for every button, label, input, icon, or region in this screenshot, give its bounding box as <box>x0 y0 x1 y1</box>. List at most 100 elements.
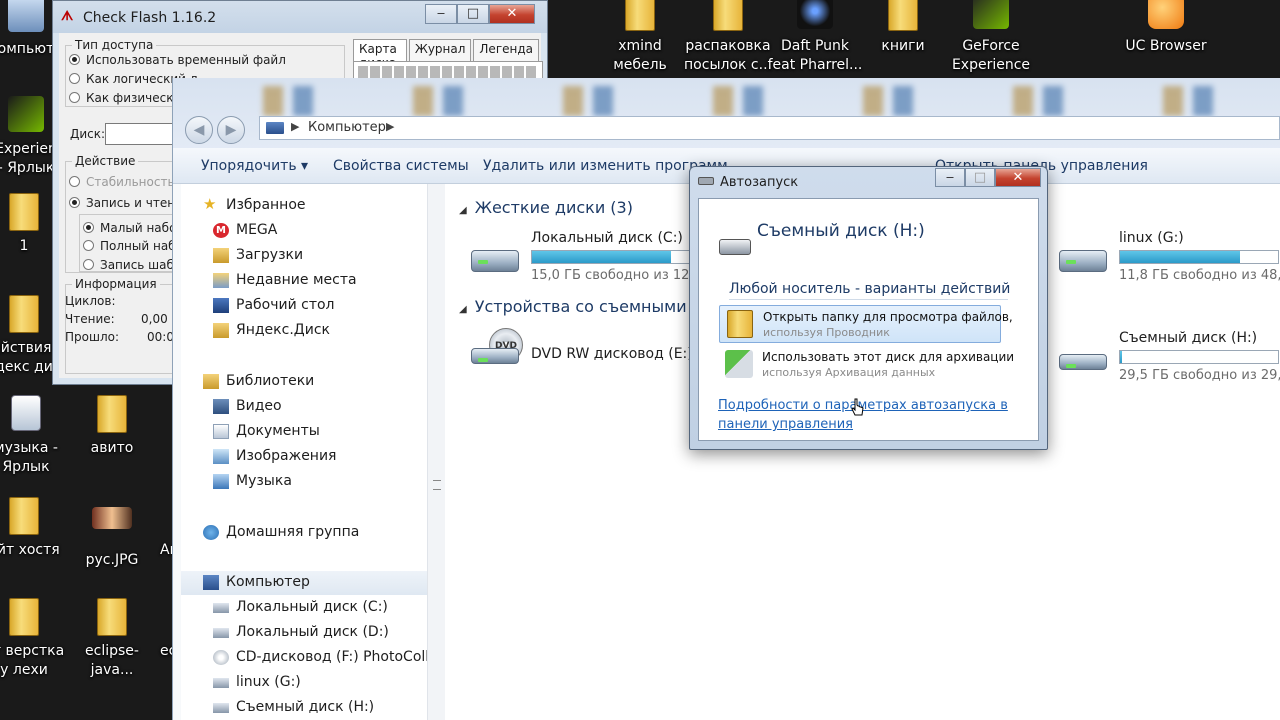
partial-icon <box>160 497 170 537</box>
star-icon: ★ <box>203 195 217 213</box>
nav-label: Домашняя группа <box>226 524 360 540</box>
autoplay-title: Автозапуск <box>720 175 799 190</box>
back-button[interactable]: ◀ <box>185 116 213 144</box>
access-option-physical[interactable]: Как физическое <box>69 91 188 105</box>
music-shortcut-icon <box>4 395 48 435</box>
drive-g-tile[interactable]: linux (G:) 11,8 ГБ свободно из 48,8 <box>1059 230 1280 290</box>
drive-usage-bar <box>1119 350 1279 364</box>
folder-icon <box>213 323 229 338</box>
desktop-icon-site-hosting[interactable]: айт хостя <box>0 497 72 560</box>
desktop-icon-unpacking[interactable]: распаковка посылок с... <box>680 0 776 75</box>
explorer-titlebar[interactable]: ◀ ▶ ▶ Компьютер ▶ <box>173 78 1280 148</box>
nav-label: Локальный диск (C:) <box>236 599 388 615</box>
sub-option-small[interactable]: Малый набор <box>83 221 184 235</box>
nav-label: Компьютер <box>226 574 310 590</box>
backup-icon <box>725 350 753 378</box>
radio-checked-icon <box>69 197 80 208</box>
radio-checked-icon <box>69 54 80 65</box>
maximize-button[interactable]: □ <box>965 168 995 187</box>
section-removable-devices[interactable]: ◢ Устройства со съемными но <box>459 297 712 316</box>
autoplay-backup-option[interactable]: Использовать этот диск для архивации исп… <box>719 346 1014 384</box>
radio-icon <box>69 73 80 84</box>
section-hard-drives[interactable]: ◢ Жесткие диски (3) <box>459 198 633 217</box>
autoplay-dialog[interactable]: Автозапуск ‒ □ ✕ Съемный диск (H:) Любой… <box>689 166 1048 450</box>
forward-button[interactable]: ▶ <box>217 116 245 144</box>
desktop-icon-music-shortcut[interactable]: музыка - Ярлык <box>0 395 74 477</box>
nav-label: Видео <box>236 398 282 414</box>
close-button[interactable]: ✕ <box>489 4 535 24</box>
desktop-icon-daft-punk[interactable]: Daft Punk feat Pharrel... <box>767 0 863 75</box>
radio-icon <box>69 92 80 103</box>
folder-icon <box>2 497 46 537</box>
disk-select[interactable] <box>105 123 175 145</box>
drive-usage-bar <box>531 250 691 264</box>
libraries-icon <box>203 374 219 389</box>
desktop-icon-uc-browser[interactable]: UC Browser <box>1118 0 1214 56</box>
address-bar[interactable]: ▶ Компьютер ▶ <box>259 116 1280 140</box>
system-properties-button[interactable]: Свойства системы <box>333 158 469 174</box>
maximize-button[interactable]: □ <box>457 4 489 24</box>
pane-splitter[interactable] <box>427 184 445 720</box>
nav-label: Музыка <box>236 473 292 489</box>
partial-icon <box>160 598 170 638</box>
nav-label: Избранное <box>226 197 306 213</box>
collapse-triangle-icon[interactable]: ◢ <box>459 304 467 315</box>
radio-checked-icon <box>83 222 94 233</box>
dvd-drive-icon: DVD <box>471 328 523 364</box>
drive-icon <box>213 628 229 638</box>
action-title: Действие <box>72 154 139 168</box>
option-title: Открыть папку для просмотра файлов, <box>763 310 1013 324</box>
drive-name: DVD RW дисковод (E:) <box>531 346 693 362</box>
folder-icon <box>2 295 46 335</box>
drive-icon <box>698 177 714 185</box>
desktop-icon-site-layout[interactable]: йт верстка у лехи <box>0 598 72 680</box>
info-read-label: Чтение: <box>65 312 115 326</box>
desktop-icon-label: eclipse-java... <box>85 643 139 678</box>
nav-label: Яндекс.Диск <box>236 322 330 338</box>
pictures-icon <box>213 449 229 464</box>
drive-h-tile[interactable]: Съемный диск (H:) 29,5 ГБ свободно из 29… <box>1059 330 1280 390</box>
desktop-icon-label: айт хостя <box>0 542 60 558</box>
autoplay-open-folder-option[interactable]: Открыть папку для просмотра файлов, испо… <box>719 305 1013 343</box>
close-button[interactable]: ✕ <box>995 168 1041 187</box>
desktop-icon-avito[interactable]: авито <box>64 395 160 458</box>
radio-icon <box>83 240 94 251</box>
nav-label: Локальный диск (D:) <box>236 624 389 640</box>
removable-drive-icon <box>213 703 229 713</box>
nav-computer[interactable]: Компьютер <box>181 571 427 595</box>
removable-drive-icon <box>719 239 751 255</box>
drive-name: Локальный диск (C:) <box>531 230 683 246</box>
desktop-icon-label: xmind мебель <box>613 38 667 73</box>
nvidia-shortcut-icon <box>4 96 48 136</box>
autoplay-section-title: Любой носитель - варианты действий <box>729 281 1011 297</box>
minimize-button[interactable]: ‒ <box>425 4 457 24</box>
drive-icon <box>213 603 229 613</box>
navigation-pane: ★ Избранное M MEGA Загрузки Недавние мес… <box>181 184 455 720</box>
desktop-icon-geforce[interactable]: GeForce Experience <box>943 0 1039 75</box>
computer-icon <box>203 575 219 590</box>
chevron-right-icon[interactable]: ▶ <box>291 120 299 133</box>
breadcrumb-computer[interactable]: Компьютер <box>308 120 386 135</box>
minimize-button[interactable]: ‒ <box>935 168 965 187</box>
desktop-icon-xmind[interactable]: xmind мебель <box>592 0 688 75</box>
divider <box>729 299 1008 300</box>
autoplay-titlebar[interactable]: Автозапуск <box>698 175 798 190</box>
desktop-icon-rus-jpg[interactable]: рус.JPG <box>64 497 160 570</box>
access-option-temp-file[interactable]: Использовать временный файл <box>69 53 286 67</box>
organize-button[interactable]: Упорядочить ▾ <box>201 158 308 174</box>
desktop-icon-label: книги <box>881 38 925 54</box>
drive-usage-fill <box>532 251 672 263</box>
desktop-icon-books[interactable]: книги <box>855 0 951 56</box>
desktop-icon-label: UC Browser <box>1125 38 1207 54</box>
desktop-reflection <box>203 86 1280 116</box>
checkflash-titlebar[interactable]: ᗑ Check Flash 1.16.2 ‒ □ ✕ <box>53 1 547 33</box>
desktop-icon-eclipse[interactable]: eclipse-java... <box>64 598 160 680</box>
access-type-title: Тип доступа <box>72 38 157 52</box>
chevron-right-icon[interactable]: ▶ <box>386 120 394 133</box>
hard-drive-icon <box>1059 244 1109 274</box>
drive-free-space: 11,8 ГБ свободно из 48,8 <box>1119 268 1280 283</box>
folder-icon <box>2 193 46 233</box>
collapse-triangle-icon[interactable]: ◢ <box>459 205 467 216</box>
drive-usage-bar <box>1119 250 1279 264</box>
nav-label: MEGA <box>236 222 278 238</box>
